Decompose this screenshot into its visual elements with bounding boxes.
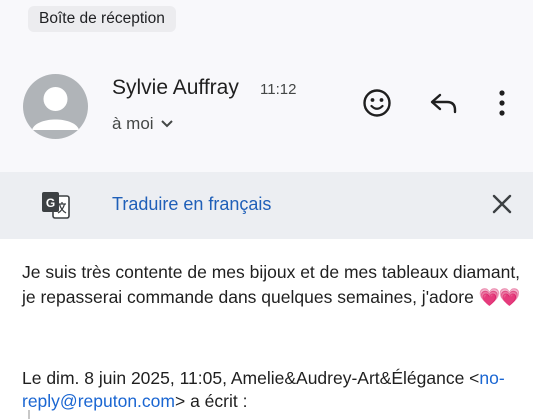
translate-link[interactable]: Traduire en français [112,194,271,215]
more-options-button[interactable] [490,84,514,122]
message-time: 11:12 [260,81,297,98]
close-translate-button[interactable] [488,190,516,218]
google-translate-icon: G [40,190,72,222]
sender-name[interactable]: Sylvie Auffray [112,76,239,100]
quote-header-prefix: Le dim. 8 juin 2025, 11:05, Amelie&Audre… [22,368,480,388]
more-vert-icon [499,90,505,116]
quote-header-suffix: > a écrit : [174,390,248,411]
sender-avatar[interactable] [23,74,88,139]
recipient-label: à moi [112,114,154,133]
inbox-label-chip[interactable]: Boîte de réception [28,6,176,32]
quote-divider [28,410,30,419]
recipient-details-toggle[interactable]: à moi [112,114,174,134]
add-reaction-button[interactable] [358,84,396,122]
quoted-message-header: Le dim. 8 juin 2025, 11:05, Amelie&Audre… [22,367,527,412]
message-body-text: Je suis très contente de mes bijoux et d… [22,262,521,307]
close-icon [492,194,512,214]
reply-icon [430,93,457,114]
person-icon [32,87,79,130]
svg-text:G: G [46,196,55,210]
emoji-reaction-icon [363,89,391,117]
hearts-emoji: 💗💗 [478,286,521,307]
message-body: Je suis très contente de mes bijoux et d… [22,260,522,309]
reply-button[interactable] [425,86,463,120]
chevron-down-icon [160,120,173,128]
